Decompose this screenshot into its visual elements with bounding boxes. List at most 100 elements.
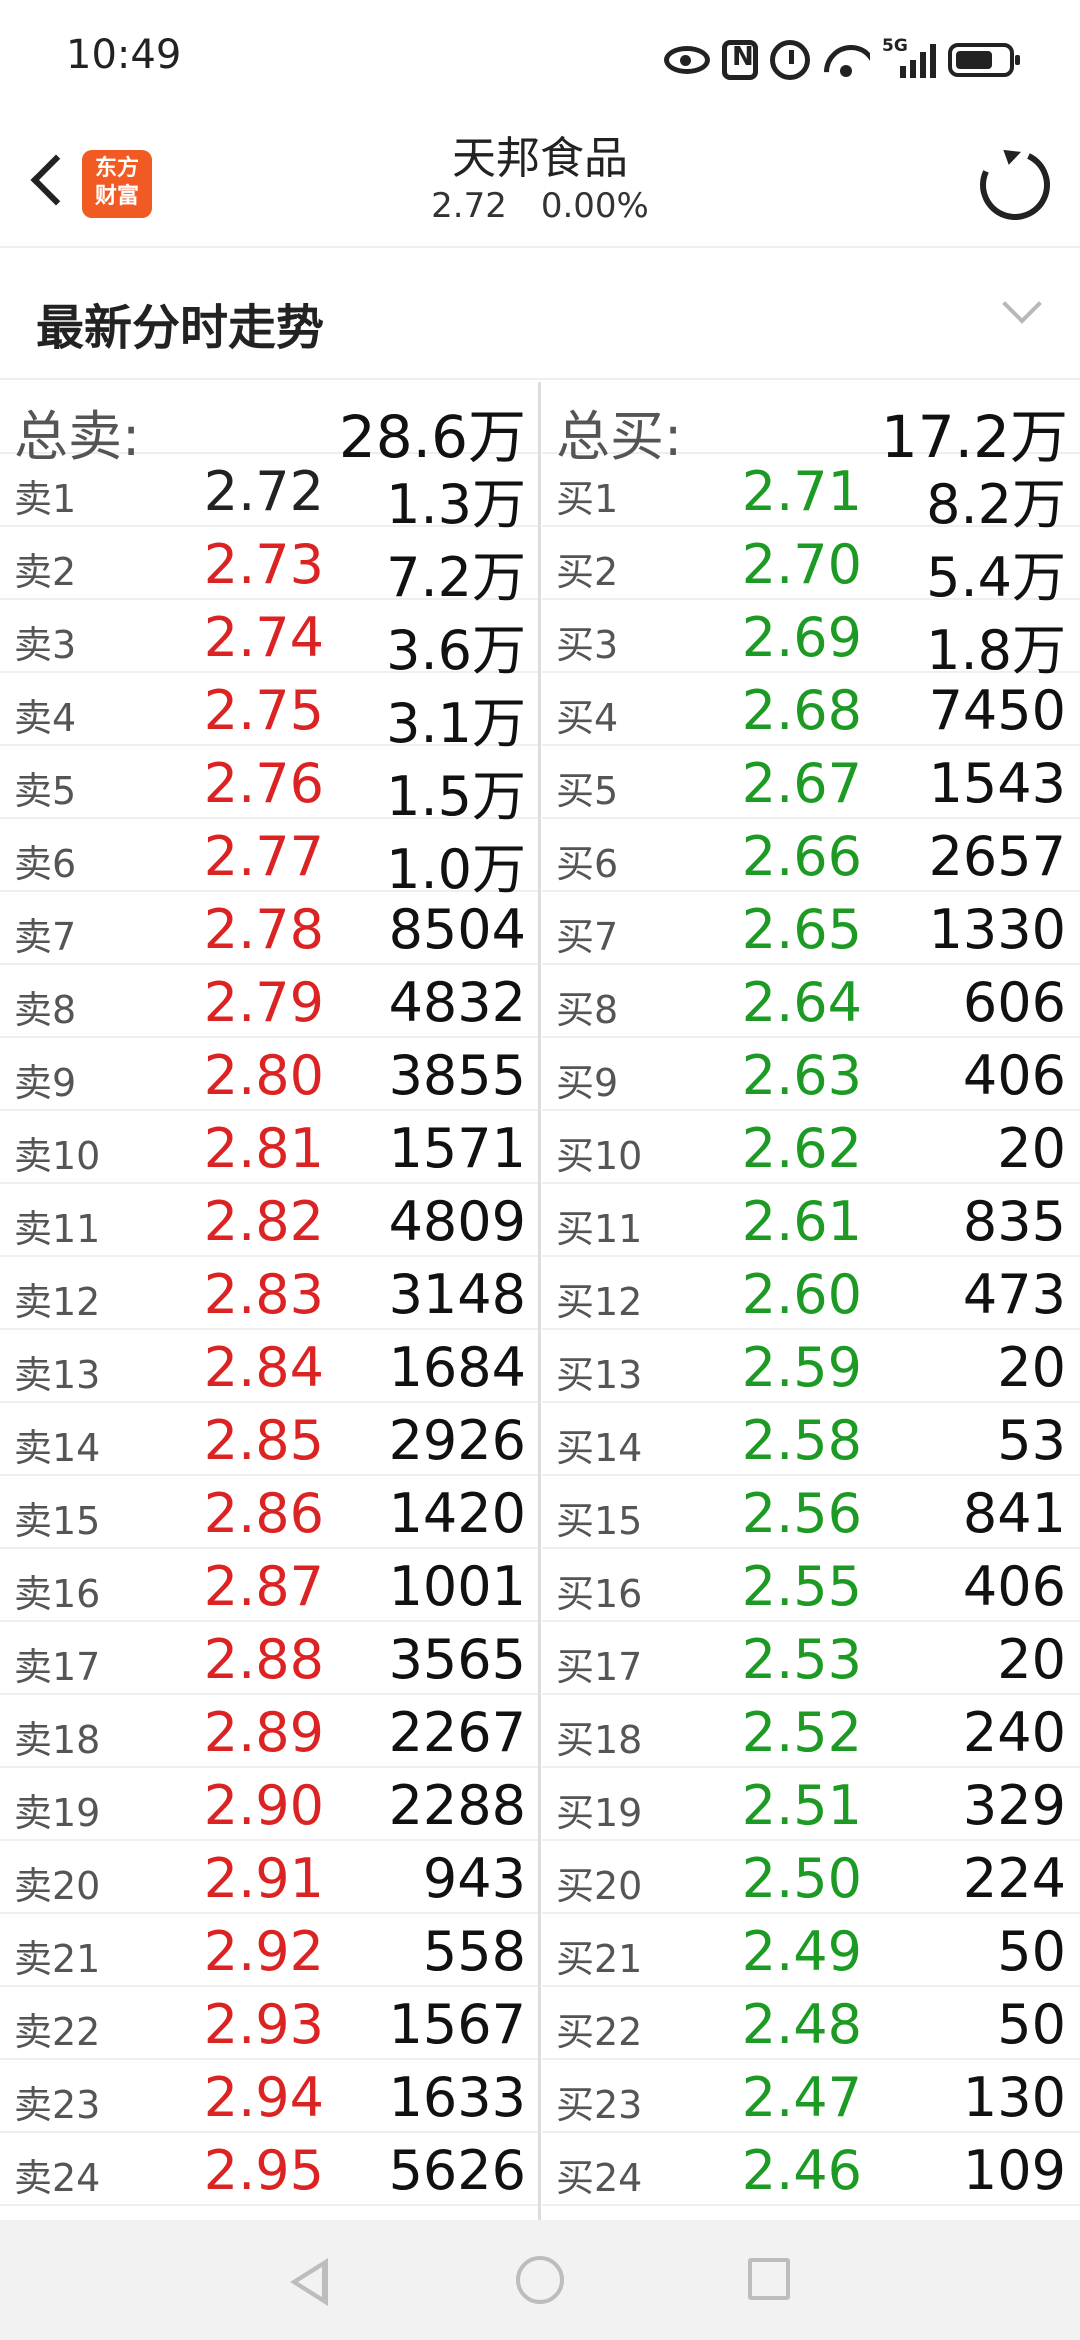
buy-level-label: 买14 xyxy=(556,1426,643,1470)
buy-level-row[interactable]: 买13 2.59 20 xyxy=(542,1330,1080,1403)
sell-price: 2.80 xyxy=(203,1044,324,1107)
buy-level-row[interactable]: 买15 2.56 841 xyxy=(542,1476,1080,1549)
sell-level-row[interactable]: 卖22 2.93 1567 xyxy=(0,1987,538,2060)
buy-price: 2.50 xyxy=(741,1847,862,1910)
buy-level-row[interactable]: 买24 2.46 109 xyxy=(542,2133,1080,2206)
buy-volume: 50 xyxy=(997,1920,1066,1983)
buy-level-row[interactable]: 买7 2.65 1330 xyxy=(542,892,1080,965)
buy-volume: 2657 xyxy=(928,825,1066,888)
buy-level-row[interactable]: 买10 2.62 20 xyxy=(542,1111,1080,1184)
sell-level-row[interactable]: 卖6 2.77 1.0万 xyxy=(0,819,538,901)
buy-level-label: 买10 xyxy=(556,1134,643,1178)
sell-level-row[interactable]: 卖16 2.87 1001 xyxy=(0,1549,538,1622)
sell-level-row[interactable]: 卖17 2.88 3565 xyxy=(0,1622,538,1695)
buy-price: 2.61 xyxy=(741,1190,862,1253)
buy-level-row[interactable]: 买3 2.69 1.8万 xyxy=(542,600,1080,682)
nav-back-icon[interactable] xyxy=(290,2258,328,2306)
sell-level-label: 卖19 xyxy=(14,1791,101,1835)
sell-level-row[interactable]: 卖2 2.73 7.2万 xyxy=(0,527,538,609)
nav-home-icon[interactable] xyxy=(516,2256,564,2304)
buy-volume: 329 xyxy=(962,1774,1066,1837)
sell-volume: 3855 xyxy=(388,1044,526,1107)
buy-volume: 20 xyxy=(997,1117,1066,1180)
buy-volume: 109 xyxy=(962,2139,1066,2202)
buy-price: 2.65 xyxy=(741,898,862,961)
sell-price: 2.94 xyxy=(203,2066,324,2129)
sell-level-label: 卖16 xyxy=(14,1572,101,1616)
buy-level-row[interactable]: 买11 2.61 835 xyxy=(542,1184,1080,1257)
buy-price: 2.53 xyxy=(741,1628,862,1691)
buy-price: 2.60 xyxy=(741,1263,862,1326)
buy-price: 2.48 xyxy=(741,1993,862,2056)
buy-volume: 53 xyxy=(997,1409,1066,1472)
sell-level-row[interactable]: 卖23 2.94 1633 xyxy=(0,2060,538,2133)
buy-level-row[interactable]: 买4 2.68 7450 xyxy=(542,673,1080,746)
intraday-trend-section[interactable]: 最新分时走势 xyxy=(0,250,1080,380)
sell-level-label: 卖18 xyxy=(14,1718,101,1762)
sell-level-row[interactable]: 卖4 2.75 3.1万 xyxy=(0,673,538,755)
sell-price: 2.81 xyxy=(203,1117,324,1180)
buy-level-label: 买2 xyxy=(556,550,619,594)
buy-volume: 406 xyxy=(962,1555,1066,1618)
sell-price: 2.86 xyxy=(203,1482,324,1545)
sell-level-row[interactable]: 卖18 2.89 2267 xyxy=(0,1695,538,1768)
buy-level-row[interactable]: 买6 2.66 2657 xyxy=(542,819,1080,892)
sell-level-row[interactable]: 卖21 2.92 558 xyxy=(0,1914,538,1987)
sell-level-row[interactable]: 卖20 2.91 943 xyxy=(0,1841,538,1914)
buy-level-label: 买13 xyxy=(556,1353,643,1397)
buy-price: 2.62 xyxy=(741,1117,862,1180)
buy-level-row[interactable]: 买18 2.52 240 xyxy=(542,1695,1080,1768)
sell-level-row[interactable]: 卖24 2.95 5626 xyxy=(0,2133,538,2206)
sell-level-label: 卖10 xyxy=(14,1134,101,1178)
sell-level-row[interactable]: 卖5 2.76 1.5万 xyxy=(0,746,538,828)
buy-level-row[interactable]: 买22 2.48 50 xyxy=(542,1987,1080,2060)
sell-level-label: 卖9 xyxy=(14,1061,77,1105)
sell-level-row[interactable]: 卖10 2.81 1571 xyxy=(0,1111,538,1184)
buy-level-row[interactable]: 买12 2.60 473 xyxy=(542,1257,1080,1330)
sell-column: 总卖: 28.6万 卖1 2.72 1.3万 卖2 2.73 7.2万 卖3 2.74 3.6万… xyxy=(0,382,538,2206)
buy-level-row[interactable]: 买23 2.47 130 xyxy=(542,2060,1080,2133)
sell-level-row[interactable]: 卖12 2.83 3148 xyxy=(0,1257,538,1330)
chevron-down-icon[interactable] xyxy=(1002,284,1042,324)
wifi-icon xyxy=(822,41,870,79)
buy-volume: 224 xyxy=(962,1847,1066,1910)
buy-level-row[interactable]: 买21 2.49 50 xyxy=(542,1914,1080,1987)
sell-volume: 1571 xyxy=(388,1117,526,1180)
sell-level-row[interactable]: 卖13 2.84 1684 xyxy=(0,1330,538,1403)
sell-level-row[interactable]: 卖19 2.90 2288 xyxy=(0,1768,538,1841)
buy-level-row[interactable]: 买9 2.63 406 xyxy=(542,1038,1080,1111)
sell-level-row[interactable]: 卖8 2.79 4832 xyxy=(0,965,538,1038)
buy-level-row[interactable]: 买14 2.58 53 xyxy=(542,1403,1080,1476)
sell-level-label: 卖21 xyxy=(14,1937,101,1981)
sell-volume: 2267 xyxy=(388,1701,526,1764)
sell-level-label: 卖6 xyxy=(14,842,77,886)
buy-level-label: 买24 xyxy=(556,2156,643,2200)
sell-level-row[interactable]: 卖1 2.72 1.3万 xyxy=(0,454,538,536)
stock-name: 天邦食品 xyxy=(452,133,628,184)
buy-level-row[interactable]: 买16 2.55 406 xyxy=(542,1549,1080,1622)
buy-level-row[interactable]: 买5 2.67 1543 xyxy=(542,746,1080,819)
sell-level-row[interactable]: 卖11 2.82 4809 xyxy=(0,1184,538,1257)
buy-level-row[interactable]: 买20 2.50 224 xyxy=(542,1841,1080,1914)
sell-level-label: 卖13 xyxy=(14,1353,101,1397)
buy-level-label: 买8 xyxy=(556,988,619,1032)
buy-volume: 50 xyxy=(997,1993,1066,2056)
buy-level-row[interactable]: 买19 2.51 329 xyxy=(542,1768,1080,1841)
sell-level-row[interactable]: 卖3 2.74 3.6万 xyxy=(0,600,538,682)
buy-level-row[interactable]: 买8 2.64 606 xyxy=(542,965,1080,1038)
sell-volume: 3148 xyxy=(388,1263,526,1326)
sell-level-label: 卖7 xyxy=(14,915,77,959)
sell-level-row[interactable]: 卖14 2.85 2926 xyxy=(0,1403,538,1476)
buy-price: 2.68 xyxy=(741,679,862,742)
buy-level-label: 买16 xyxy=(556,1572,643,1616)
buy-level-row[interactable]: 买2 2.70 5.4万 xyxy=(542,527,1080,609)
sell-level-row[interactable]: 卖15 2.86 1420 xyxy=(0,1476,538,1549)
buy-level-row[interactable]: 买17 2.53 20 xyxy=(542,1622,1080,1695)
sell-level-row[interactable]: 卖7 2.78 8504 xyxy=(0,892,538,965)
buy-volume: 835 xyxy=(962,1190,1066,1253)
buy-price: 2.66 xyxy=(741,825,862,888)
nav-recent-icon[interactable] xyxy=(748,2258,790,2300)
order-book: 总卖: 28.6万 卖1 2.72 1.3万 卖2 2.73 7.2万 卖3 2.74 3.6万… xyxy=(0,382,1080,2220)
buy-level-row[interactable]: 买1 2.71 8.2万 xyxy=(542,454,1080,536)
sell-level-row[interactable]: 卖9 2.80 3855 xyxy=(0,1038,538,1111)
